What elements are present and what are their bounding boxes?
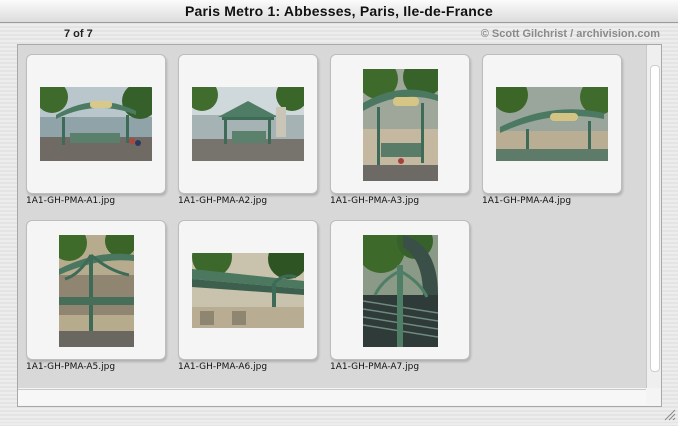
thumbnail-card-a6[interactable] (178, 220, 318, 360)
thumbnail-card-a7[interactable] (330, 220, 470, 360)
thumbnail-card-a5[interactable] (26, 220, 166, 360)
horizontal-scrollbar[interactable] (18, 389, 646, 405)
photo-thumbnail-icon (59, 235, 134, 347)
thumbnail-gallery: 1A1-GH-PMA-A1.jpg 1A1-GH-PMA-A2.jpg 1A1-… (18, 45, 646, 388)
vertical-scrollbar[interactable] (646, 45, 661, 388)
thumbnail-caption: 1A1-GH-PMA-A6.jpg (178, 362, 268, 372)
thumbnail-card-a4[interactable] (482, 54, 622, 194)
thumbnail-card-a3[interactable] (330, 54, 470, 194)
image-counter: 7 of 7 (64, 28, 93, 40)
thumbnail-caption: 1A1-GH-PMA-A5.jpg (26, 362, 116, 372)
thumbnail-card-a2[interactable] (178, 54, 318, 194)
photo-thumbnail-icon (192, 253, 304, 328)
thumbnail-card-a1[interactable] (26, 54, 166, 194)
photo-thumbnail-icon (363, 235, 438, 347)
thumbnail-caption: 1A1-GH-PMA-A2.jpg (178, 196, 268, 206)
window-title-bar[interactable]: Paris Metro 1: Abbesses, Paris, Ile-de-F… (0, 0, 678, 23)
window-title: Paris Metro 1: Abbesses, Paris, Ile-de-F… (184, 3, 494, 19)
info-row: 7 of 7 © Scott Gilchrist / archivision.c… (0, 26, 678, 44)
resize-grip-icon[interactable] (662, 407, 676, 421)
copyright-notice: © Scott Gilchrist / archivision.com (480, 28, 660, 40)
thumbnail-caption: 1A1-GH-PMA-A3.jpg (330, 196, 420, 206)
photo-thumbnail-icon (496, 87, 608, 161)
thumbnail-caption: 1A1-GH-PMA-A4.jpg (482, 196, 572, 206)
thumbnail-caption: 1A1-GH-PMA-A1.jpg (26, 196, 116, 206)
photo-thumbnail-icon (192, 87, 304, 161)
photo-thumbnail-icon (363, 69, 438, 181)
thumbnail-caption: 1A1-GH-PMA-A7.jpg (330, 362, 420, 372)
photo-thumbnail-icon (40, 87, 152, 161)
vertical-scroll-thumb[interactable] (650, 65, 660, 372)
